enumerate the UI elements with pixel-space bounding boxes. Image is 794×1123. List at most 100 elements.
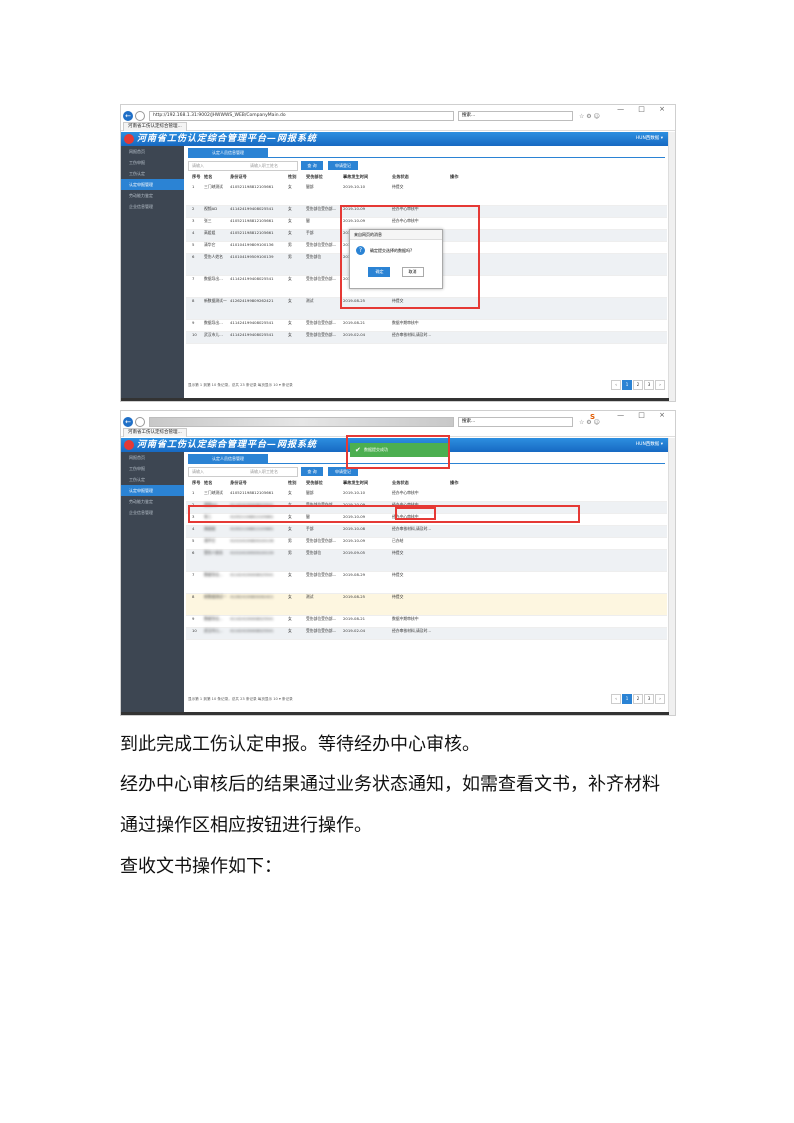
cell-id: 411424199408025541: [230, 616, 274, 621]
col-status: 业务状态: [392, 480, 409, 485]
col-part: 受伤部位: [306, 480, 323, 485]
cell-name: 高姐姐: [204, 526, 216, 531]
cell-id: 410104199809100136: [230, 242, 274, 247]
sidebar-item[interactable]: 工伤认定: [121, 168, 184, 179]
cell-id: 410521198812105661: [230, 490, 274, 495]
back-arrow-icon[interactable]: ←: [123, 111, 133, 121]
tab-active[interactable]: 认定人员信息管理: [188, 454, 268, 463]
horizontal-scrollbar[interactable]: [121, 398, 669, 401]
tab-strip: 河南省工伤认定综合管理...: [121, 122, 675, 131]
tab-active[interactable]: 认定人员信息管理: [188, 148, 268, 157]
user-menu[interactable]: HUN西数据 ▾: [636, 135, 663, 141]
horizontal-scrollbar[interactable]: [121, 712, 669, 715]
col-sex: 性别: [288, 480, 297, 485]
cell-part: 手部: [306, 230, 314, 235]
col-date: 事故发生时间: [343, 174, 369, 179]
dialog-message: 确定提交选择的数据吗?: [370, 248, 413, 253]
table-header: 序号 姓名 身份证号 性别 受伤部位 事故发生时间 业务状态 操作: [186, 174, 667, 183]
col-date: 事故发生时间: [343, 480, 369, 485]
browser-tab[interactable]: 河南省工伤认定综合管理...: [123, 122, 187, 131]
cell-part: 受伤部位受伤部...: [306, 538, 337, 543]
cell-id: 412624199809262421: [230, 298, 274, 303]
cell-idx: 6: [192, 254, 195, 259]
sidebar-item[interactable]: 劳动能力鉴定: [121, 190, 184, 201]
col-id: 身份证号: [230, 480, 247, 485]
table-row: 6 受伤人姓名 410104199509100139 男 受伤部位 2019-09-05 待…: [186, 550, 667, 572]
cell-date: 2019-08-21: [343, 320, 366, 325]
user-menu[interactable]: HUN西数据 ▾: [636, 441, 663, 447]
query-button[interactable]: 查 询: [301, 161, 323, 170]
sidebar-item[interactable]: 网报首页: [121, 146, 184, 157]
query-button[interactable]: 查 询: [301, 467, 323, 476]
scrollbar[interactable]: [668, 132, 675, 401]
cell-date: 2019-10-10: [343, 490, 366, 495]
sidebar-item[interactable]: 工伤认定: [121, 474, 184, 485]
page-button[interactable]: 2: [633, 694, 643, 704]
toolbar-icons[interactable]: ☆ ⚙ ☺: [579, 419, 600, 426]
new-application-button[interactable]: 申请登记: [328, 161, 358, 170]
browser-search-input[interactable]: 搜索...: [458, 111, 573, 121]
toolbar-icons[interactable]: ☆ ⚙ ☺: [579, 113, 600, 120]
cell-idx: 7: [192, 276, 195, 281]
page-button[interactable]: 3: [644, 380, 654, 390]
cell-name: 数据导出...: [204, 572, 223, 577]
main-content: 认定人员信息管理 请输入 请输入职工姓名 查 询 申请登记 序号 姓名 身份证号 …: [184, 452, 669, 712]
sidebar-item[interactable]: 企业信息管理: [121, 201, 184, 212]
scrollbar[interactable]: [668, 438, 675, 715]
browser-search-input[interactable]: 搜索...: [458, 417, 573, 427]
cell-name: 数据导出...: [204, 320, 223, 325]
sidebar: 网报首页 工伤申报 工伤认定 认定申报管理 劳动能力鉴定 企业信息管理: [121, 452, 184, 712]
browser-tab[interactable]: 河南省工伤认定综合管理...: [123, 428, 187, 437]
cell-name: 张三: [204, 218, 212, 223]
cell-idx: 5: [192, 538, 195, 543]
dialog-body: ? 确定提交选择的数据吗?: [350, 240, 442, 258]
page-button[interactable]: 1: [622, 380, 632, 390]
sidebar-item-active[interactable]: 认定申报管理: [121, 485, 184, 496]
cell-status: 待提交: [392, 184, 404, 189]
cell-status: 待提交: [392, 550, 404, 555]
forward-arrow-icon[interactable]: [135, 417, 145, 427]
cell-status: 经办审核材料,请及时...: [392, 526, 431, 531]
sidebar-item[interactable]: 工伤申报: [121, 157, 184, 168]
sidebar-item[interactable]: 网报首页: [121, 452, 184, 463]
cell-name: 新数据测试一: [204, 298, 227, 303]
dialog-cancel-button[interactable]: 取消: [401, 267, 424, 277]
page-button[interactable]: ‹: [611, 380, 621, 390]
forward-arrow-icon[interactable]: [135, 111, 145, 121]
sidebar-item[interactable]: 工伤申报: [121, 463, 184, 474]
page-button[interactable]: 3: [644, 694, 654, 704]
cell-name: 高姐姐: [204, 230, 216, 235]
col-name: 姓名: [204, 480, 213, 485]
table-row: 9 数据导出... 411424199408025541 女 受伤部位受伤部... 201…: [186, 616, 667, 628]
search-input[interactable]: 请输入 请输入职工姓名: [188, 161, 298, 171]
url-input-blurred[interactable]: [149, 417, 454, 427]
sidebar-item[interactable]: 劳动能力鉴定: [121, 496, 184, 507]
screenshot-submit-success: — □ × S ← 搜索... ☆ ⚙ ☺ 河南省工伤认定综合管理... 河南省…: [120, 410, 676, 716]
cell-id: 410104199509100139: [230, 550, 274, 555]
cell-id: 410521198812105661: [230, 184, 274, 189]
page-button[interactable]: ›: [655, 380, 665, 390]
cell-part: 受伤部位受伤部...: [306, 616, 337, 621]
cell-id: 412624199809262421: [230, 594, 274, 599]
url-input[interactable]: http://192.168.1.31:9002/JHWWWS_WEB/Comp…: [149, 111, 454, 121]
page-button[interactable]: 1: [622, 694, 632, 704]
table-row: 8 新数据测试一 412624199809262421 女 测试 2019-08-25 待提…: [186, 594, 667, 616]
cell-id: 411424199408025541: [230, 332, 274, 337]
sidebar-item[interactable]: 企业信息管理: [121, 507, 184, 518]
cell-date: 2019-08-25: [343, 594, 366, 599]
back-arrow-icon[interactable]: ←: [123, 417, 133, 427]
cell-name: 受伤人姓名: [204, 550, 223, 555]
cell-status: 数据中期审核中: [392, 320, 419, 325]
cell-name: 三门峡测试: [204, 184, 223, 189]
toast-message: 数据提交成功: [364, 447, 388, 452]
search-input[interactable]: 请输入 请输入职工姓名: [188, 467, 298, 477]
page-button[interactable]: ‹: [611, 694, 621, 704]
col-sex: 性别: [288, 174, 297, 179]
dialog-ok-button[interactable]: 确定: [368, 267, 391, 277]
page-button[interactable]: 2: [633, 380, 643, 390]
page-button[interactable]: ›: [655, 694, 665, 704]
row-highlight-box: [188, 505, 580, 523]
sidebar-item-active[interactable]: 认定申报管理: [121, 179, 184, 190]
logo-icon: [124, 134, 134, 144]
paragraph-review-line1: 经办中心审核后的结果通过业务状态通知，如需查看文书，补齐材料: [120, 774, 660, 795]
